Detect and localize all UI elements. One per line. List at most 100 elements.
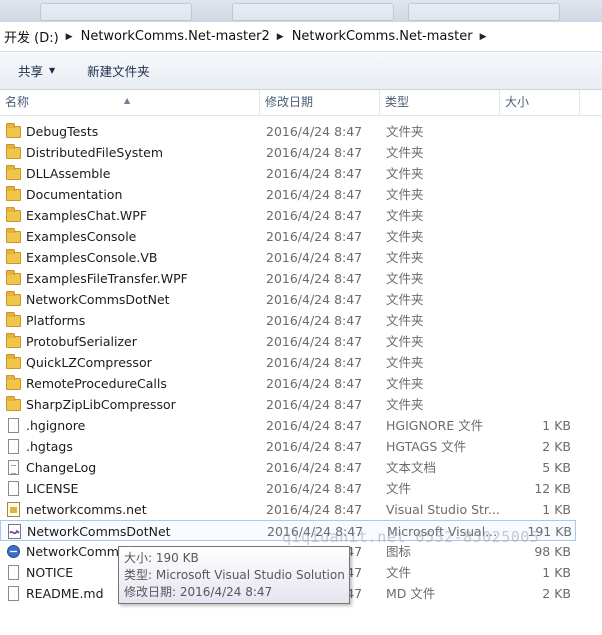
file-size	[506, 142, 571, 163]
column-size-label: 大小	[505, 95, 530, 109]
file-row[interactable]: ProtobufSerializer 2016/4/24 8:47 文件夹	[0, 331, 602, 352]
file-row[interactable]: LICENSE 2016/4/24 8:47 文件 12 KB	[0, 478, 602, 499]
file-date: 2016/4/24 8:47	[266, 460, 363, 475]
file-type: 文件夹	[386, 313, 424, 328]
file-icon	[8, 439, 19, 454]
file-row[interactable]: ExamplesConsole.VB 2016/4/24 8:47 文件夹	[0, 247, 602, 268]
file-row[interactable]: DistributedFileSystem 2016/4/24 8:47 文件夹	[0, 142, 602, 163]
file-name: LICENSE	[26, 481, 79, 496]
folder-icon	[6, 291, 21, 306]
file-date: 2016/4/24 8:47	[266, 418, 363, 433]
file-size	[506, 310, 571, 331]
file-row[interactable]: NetworkCommsDotNet 2016/4/24 8:47 文件夹	[0, 289, 602, 310]
file-type: 文本文档	[386, 460, 437, 475]
file-date: 2016/4/24 8:47	[266, 229, 363, 244]
breadcrumb-chevron-icon[interactable]: ▶	[66, 32, 73, 42]
folder-icon	[6, 270, 21, 285]
file-size	[506, 121, 571, 142]
file-type: 文件夹	[386, 271, 424, 286]
chevron-down-icon: ▼	[49, 66, 56, 75]
file-name: DistributedFileSystem	[26, 145, 164, 160]
column-size-header[interactable]: 大小	[500, 90, 580, 115]
breadcrumb-current[interactable]: NetworkComms.Net-master	[292, 29, 473, 44]
tooltip-date: 修改日期: 2016/4/24 8:47	[124, 585, 273, 599]
file-name: ExamplesConsole.VB	[26, 250, 158, 265]
file-type: 文件	[386, 481, 412, 496]
share-button[interactable]: 共享 ▼	[0, 61, 69, 80]
file-date: 2016/4/24 8:47	[266, 502, 363, 517]
file-row[interactable]: SharpZipLibCompressor 2016/4/24 8:47 文件夹	[0, 394, 602, 415]
file-size: 1 KB	[542, 502, 571, 517]
file-row[interactable]: .hgignore 2016/4/24 8:47 HGIGNORE 文件 1 KB	[0, 415, 602, 436]
new-folder-button[interactable]: 新建文件夹	[69, 61, 164, 80]
file-size	[506, 205, 571, 226]
file-row[interactable]: DebugTests 2016/4/24 8:47 文件夹	[0, 121, 602, 142]
file-name: DebugTests	[26, 124, 99, 139]
file-type: 文件夹	[386, 124, 424, 139]
file-name: networkcomms.net	[26, 502, 147, 517]
vs-solution-icon	[8, 524, 21, 539]
file-icon	[8, 565, 19, 580]
file-name: ExamplesChat.WPF	[26, 208, 148, 223]
file-row[interactable]: ExamplesConsole 2016/4/24 8:47 文件夹	[0, 226, 602, 247]
file-type: 文件夹	[386, 397, 424, 412]
vs-settings-icon	[7, 502, 20, 517]
file-type: 文件夹	[386, 376, 424, 391]
file-size: 2 KB	[542, 439, 571, 454]
file-row[interactable]: DLLAssemble 2016/4/24 8:47 文件夹	[0, 163, 602, 184]
file-row[interactable]: RemoteProcedureCalls 2016/4/24 8:47 文件夹	[0, 373, 602, 394]
folder-icon	[6, 333, 21, 348]
file-row[interactable]: .hgtags 2016/4/24 8:47 HGTAGS 文件 2 KB	[0, 436, 602, 457]
folder-icon	[6, 312, 21, 327]
watermark: qiqiuanit.net 0532-85025005	[282, 528, 540, 546]
column-type-label: 类型	[385, 95, 410, 109]
file-type: 文件夹	[386, 334, 424, 349]
breadcrumb-drive[interactable]: 开发 (D:)	[4, 27, 59, 46]
file-size: 5 KB	[542, 460, 571, 475]
column-date-header[interactable]: 修改日期	[260, 90, 380, 115]
folder-icon	[6, 186, 21, 201]
file-row[interactable]: ChangeLog 2016/4/24 8:47 文本文档 5 KB	[0, 457, 602, 478]
file-size	[506, 352, 571, 373]
breadcrumb-chevron-icon[interactable]: ▶	[277, 32, 284, 42]
breadcrumb-folder[interactable]: NetworkComms.Net-master2	[81, 29, 270, 44]
file-name: NetworkCommsDotNet	[26, 292, 170, 307]
file-row[interactable]: networkcomms.net 2016/4/24 8:47 Visual Stu…	[0, 499, 602, 520]
file-name: NOTICE	[26, 565, 74, 580]
new-folder-label: 新建文件夹	[87, 64, 150, 79]
file-name: README.md	[26, 586, 104, 601]
file-date: 2016/4/24 8:47	[266, 271, 363, 286]
file-size: 2 KB	[542, 586, 571, 601]
file-date: 2016/4/24 8:47	[266, 439, 363, 454]
file-row[interactable]: Documentation 2016/4/24 8:47 文件夹	[0, 184, 602, 205]
tooltip-size: 大小: 190 KB	[124, 551, 199, 565]
breadcrumb-chevron-icon[interactable]: ▶	[480, 32, 487, 42]
file-type: Visual Studio Str...	[386, 502, 500, 517]
file-row[interactable]: Platforms 2016/4/24 8:47 文件夹	[0, 310, 602, 331]
file-row[interactable]: ExamplesFileTransfer.WPF 2016/4/24 8:47 文件…	[0, 268, 602, 289]
folder-icon	[6, 144, 21, 159]
file-row[interactable]: ExamplesChat.WPF 2016/4/24 8:47 文件夹	[0, 205, 602, 226]
file-name: ExamplesFileTransfer.WPF	[26, 271, 188, 286]
file-size	[506, 331, 571, 352]
command-bar: 共享 ▼ 新建文件夹	[0, 52, 602, 90]
file-row[interactable]: QuickLZCompressor 2016/4/24 8:47 文件夹	[0, 352, 602, 373]
file-size	[506, 268, 571, 289]
address-bar[interactable]: 开发 (D:) ▶ NetworkComms.Net-master2 ▶ Net…	[0, 22, 602, 52]
tooltip-type: 类型: Microsoft Visual Studio Solution	[124, 568, 345, 582]
column-type-header[interactable]: 类型	[380, 90, 500, 115]
column-name-label: 名称	[5, 95, 30, 109]
file-size	[506, 373, 571, 394]
column-name-header[interactable]: 名称 ▲	[0, 90, 260, 115]
file-type: 文件夹	[386, 145, 424, 160]
file-size	[506, 289, 571, 310]
folder-icon	[6, 207, 21, 222]
file-name: SharpZipLibCompressor	[26, 397, 176, 412]
file-date: 2016/4/24 8:47	[266, 187, 363, 202]
file-name: QuickLZCompressor	[26, 355, 152, 370]
file-size: 1 KB	[542, 418, 571, 433]
file-size	[506, 226, 571, 247]
file-type: MD 文件	[386, 586, 436, 601]
background-tab	[408, 3, 560, 21]
folder-icon	[6, 375, 21, 390]
